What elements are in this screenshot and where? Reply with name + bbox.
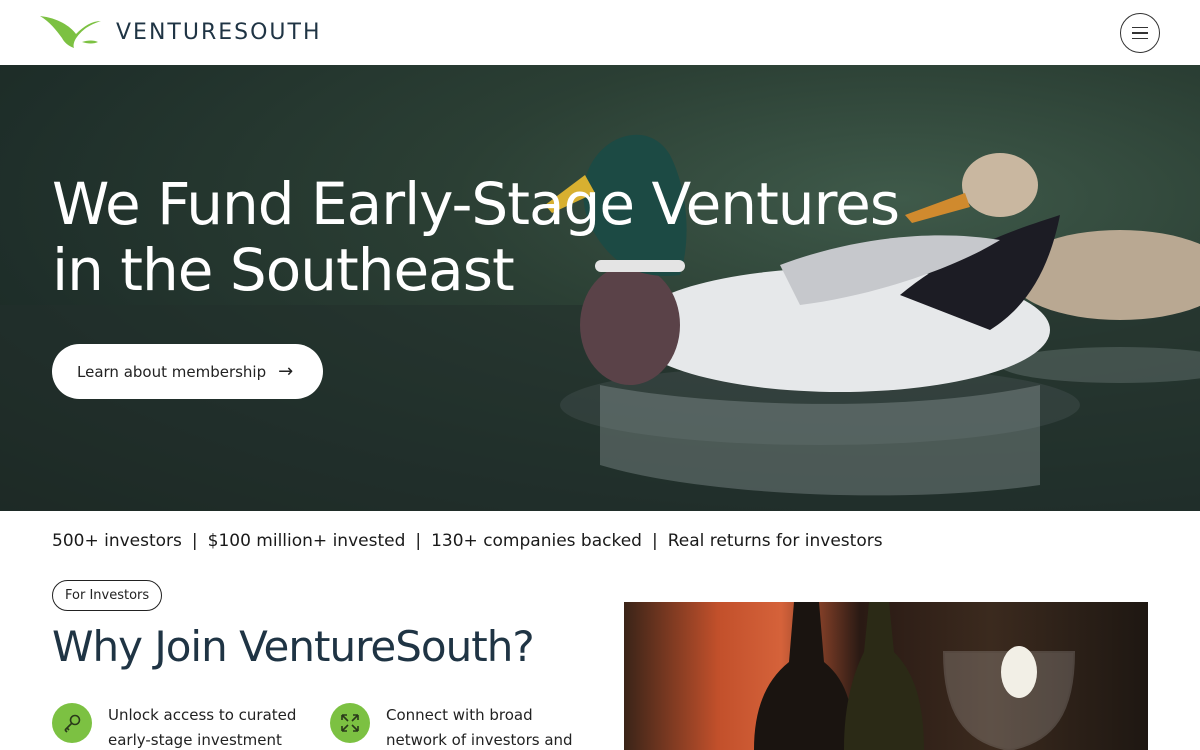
- feature-item: Unlock access to curated early-stage inv…: [52, 703, 318, 750]
- hero-title-line-1: We Fund Early-Stage Ventures: [52, 170, 900, 238]
- brand-name: VENTURESOUTH: [116, 19, 322, 45]
- menu-button[interactable]: [1120, 13, 1160, 53]
- arrow-right-icon: →: [278, 361, 294, 382]
- bird-logo-icon: [40, 16, 101, 48]
- cta-label: Learn about membership: [77, 362, 267, 381]
- stat-separator: |: [651, 531, 658, 551]
- wine-bottles-image: [624, 602, 1148, 750]
- stat-separator: |: [415, 531, 422, 551]
- section-title: Why Join VentureSouth?: [52, 622, 535, 671]
- stat-returns: Real returns for investors: [667, 531, 883, 551]
- hero-banner: We Fund Early-Stage Ventures in the Sout…: [0, 65, 1200, 511]
- stat-investors: 500+ investors: [52, 531, 182, 551]
- feature-item: Connect with broad network of investors …: [330, 703, 596, 750]
- feature-text: Connect with broad network of investors …: [386, 706, 573, 749]
- hamburger-menu-icon: [1132, 26, 1148, 29]
- site-header: VENTURESOUTH: [0, 0, 1200, 65]
- hero-title: We Fund Early-Stage Ventures in the Sout…: [52, 171, 912, 303]
- stat-separator: |: [191, 531, 198, 551]
- stat-companies: 130+ companies backed: [431, 531, 642, 551]
- hero-title-line-2: in the Southeast: [52, 236, 515, 304]
- expand-arrows-icon: [330, 703, 370, 743]
- brand-logo[interactable]: VENTURESOUTH: [38, 12, 322, 52]
- feature-text: Unlock access to curated early-stage inv…: [108, 706, 297, 749]
- stats-bar: 500+ investors | $100 million+ invested | 13…: [52, 531, 883, 551]
- stat-invested: $100 million+ invested: [207, 531, 406, 551]
- learn-membership-button[interactable]: Learn about membership →: [52, 344, 323, 399]
- for-investors-badge: For Investors: [52, 580, 163, 611]
- key-icon: [52, 703, 92, 743]
